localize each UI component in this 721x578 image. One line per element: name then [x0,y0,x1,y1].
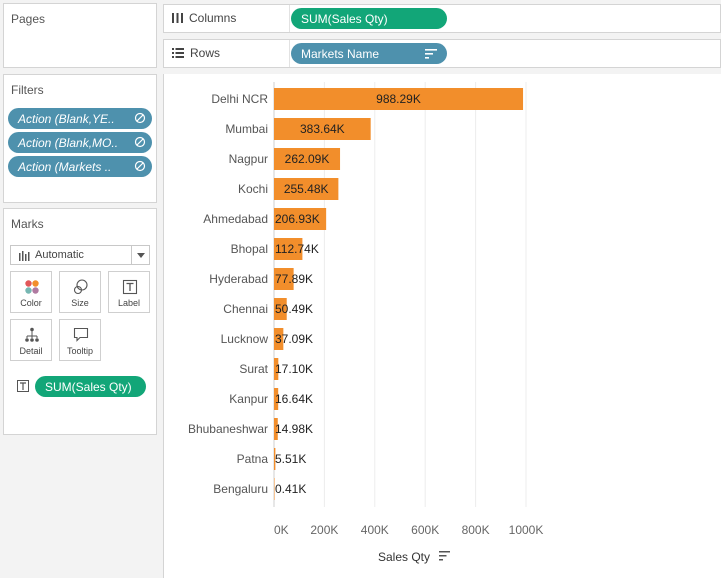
chevron-down-icon[interactable] [131,246,149,264]
x-tick-label: 800K [462,523,490,537]
detail-icon [25,327,39,342]
category-label: Kochi [238,182,268,196]
bar-chart-icon [19,251,30,261]
category-label: Bhubaneshwar [188,422,268,436]
filter-pill-label: Action (Markets .. [18,159,112,174]
value-label: 14.98K [275,422,313,436]
value-label: 262.09K [285,152,330,166]
filter-link-icon [134,160,146,172]
x-tick-label: 200K [310,523,338,537]
category-label: Kanpur [229,392,268,406]
value-label: 16.64K [275,392,313,406]
rows-pill[interactable]: Markets Name [291,43,447,64]
mark-type-value: Automatic [35,249,84,261]
category-label: Patna [237,452,269,466]
chart-area: Delhi NCR 988.29K Mumbai 383.64K Nagpur 262.0… [163,74,721,578]
value-label: 255.48K [284,182,329,196]
rows-shelf-label: Rows [172,46,220,60]
filter-pill-year[interactable]: Action (Blank,YE.. [8,108,152,129]
columns-pill[interactable]: SUM(Sales Qty) [291,8,447,29]
size-icon [73,279,88,295]
shelf-divider [289,5,290,32]
value-label: 5.51K [275,452,306,466]
category-label: Lucknow [221,332,269,346]
category-label: Delhi NCR [211,92,268,106]
rows-pill-text: Markets Name [301,46,380,61]
filter-pill-markets[interactable]: Action (Markets .. [8,156,152,177]
x-tick-label: 1000K [509,523,544,537]
filter-pill-label: Action (Blank,MO.. [18,135,119,150]
category-label: Chennai [223,302,268,316]
value-label: 383.64K [300,122,345,136]
category-label: Ahmedabad [203,212,268,226]
category-label: Mumbai [225,122,268,136]
value-label: 988.29K [376,92,421,106]
value-label: 50.49K [275,302,313,316]
label-button[interactable]: Label [108,271,150,313]
filters-title: Filters [11,83,44,97]
value-label: 77.89K [275,272,313,286]
filter-pill-label: Action (Blank,YE.. [18,111,115,126]
mark-type-dropdown[interactable]: Automatic [10,245,150,265]
columns-shelf-text: Columns [189,11,237,25]
rows-shelf-text: Rows [190,46,221,60]
label-field-pill-text: SUM(Sales Qty) [45,379,132,394]
category-label: Nagpur [229,152,268,166]
columns-shelf-label: Columns [172,11,236,25]
columns-pill-text: SUM(Sales Qty) [301,11,388,26]
sort-icon-bar [439,559,443,561]
category-label: Hyderabad [209,272,268,286]
label-button-label: Label [117,298,141,308]
color-button[interactable]: Color [10,271,52,313]
filter-pill-month[interactable]: Action (Blank,MO.. [8,132,152,153]
category-label: Bhopal [231,242,268,256]
marks-title: Marks [11,217,44,231]
filter-link-icon [134,136,146,148]
detail-button[interactable]: Detail [10,319,52,361]
x-tick-label: 400K [361,523,389,537]
x-tick-label: 0K [274,523,289,537]
tooltip-icon [73,327,89,342]
color-icon [25,280,39,294]
shelf-divider [289,40,290,67]
tooltip-button-label: Tooltip [66,346,93,356]
color-button-label: Color [20,298,42,308]
value-label: 0.41K [275,482,306,496]
sort-icon-bar [439,555,447,557]
bar-chart: Delhi NCR 988.29K Mumbai 383.64K Nagpur 262.0… [188,82,544,564]
value-label: 112.74K [275,242,319,256]
label-field-pill[interactable]: SUM(Sales Qty) [35,376,146,397]
category-label: Surat [239,362,268,376]
text-label-icon [122,279,138,295]
pages-title: Pages [11,12,46,26]
x-tick-label: 600K [411,523,439,537]
rows-icon [172,48,184,58]
size-button[interactable]: Size [59,271,101,313]
text-label-icon [17,380,29,392]
value-label: 17.10K [275,362,313,376]
filter-link-icon [134,112,146,124]
sort-descending-icon[interactable] [425,49,437,59]
pages-panel: Pages [3,3,157,68]
detail-button-label: Detail [19,346,43,356]
tooltip-button[interactable]: Tooltip [59,319,101,361]
value-label: 37.09K [275,332,313,346]
columns-icon [172,13,183,23]
size-button-label: Size [71,298,89,308]
sort-icon-bar [439,551,450,553]
value-label: 206.93K [275,212,320,226]
tableau-workspace: Pages Filters Action (Blank,YE.. Action … [0,0,721,578]
x-axis-title: Sales Qty [378,550,430,564]
category-label: Bengaluru [213,482,268,496]
